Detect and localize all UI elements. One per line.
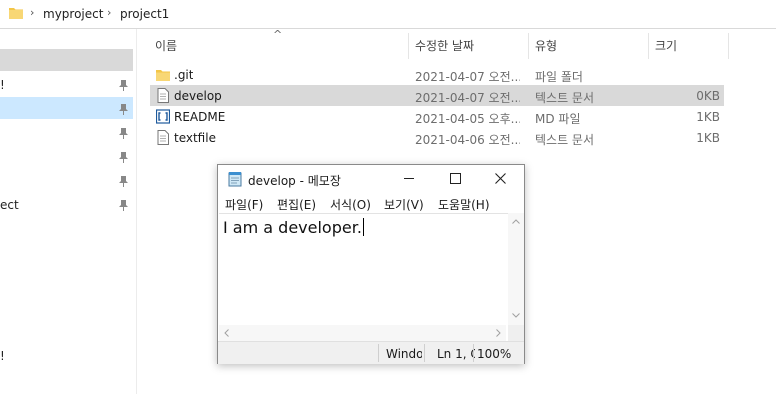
text-file-icon (157, 88, 169, 103)
breadcrumb-item-project1[interactable]: project1 (120, 7, 169, 21)
file-type: 파일 폴더 (535, 70, 583, 84)
pin-icon[interactable] (119, 128, 128, 139)
file-date: 2021-04-07 오전... (415, 91, 520, 105)
file-size: 0KB (696, 89, 720, 103)
column-header-type[interactable]: 유형 (535, 37, 557, 54)
file-size: 1KB (696, 131, 720, 145)
minimize-button[interactable] (386, 165, 432, 193)
file-name: develop (174, 89, 222, 103)
menu-file[interactable]: 파일(F) (225, 196, 263, 213)
column-divider[interactable] (728, 33, 729, 59)
file-row[interactable]: textfile 2021-04-06 오전... 텍스트 문서 1KB (150, 127, 724, 148)
status-divider (378, 344, 379, 362)
column-divider[interactable] (528, 33, 529, 59)
breadcrumb-item-myproject[interactable]: myproject (43, 7, 103, 21)
status-position: Ln 1, C (437, 347, 475, 361)
file-row-selected[interactable]: develop 2021-04-07 오전... 텍스트 문서 0KB (150, 85, 724, 106)
file-name: README (174, 110, 226, 124)
horizontal-scrollbar[interactable] (219, 325, 506, 341)
scroll-down-icon[interactable] (512, 313, 520, 318)
maximize-button[interactable] (432, 165, 478, 193)
menu-format[interactable]: 서식(O) (330, 196, 371, 213)
file-row[interactable]: .git 2021-04-07 오전... 파일 폴더 (150, 64, 724, 85)
sort-ascending-icon: ^ (273, 28, 283, 41)
menu-bar: 파일(F) 편집(E) 서식(O) 보기(V) 도움말(H) (218, 193, 524, 213)
file-date: 2021-04-06 오전... (415, 133, 520, 147)
status-encoding: Windo (386, 347, 422, 361)
title-bar[interactable]: develop - 메모장 (218, 165, 524, 193)
text-editor[interactable]: I am a developer. (219, 213, 522, 342)
status-bar: Windo Ln 1, C 100% (218, 341, 524, 364)
pin-icon[interactable] (119, 176, 128, 187)
text-caret (362, 218, 364, 236)
editor-text: I am a developer. (223, 218, 362, 237)
md-file-icon (156, 109, 170, 124)
folder-icon (156, 70, 170, 81)
pin-icon[interactable] (119, 200, 128, 211)
file-type: MD 파일 (535, 112, 581, 126)
file-type: 텍스트 문서 (535, 91, 595, 105)
menu-view[interactable]: 보기(V) (384, 196, 424, 213)
menu-help[interactable]: 도움말(H) (438, 196, 490, 213)
nav-item-selected[interactable] (0, 97, 133, 119)
navigation-pane: ! ect ! (0, 29, 137, 394)
file-name: .git (174, 68, 194, 82)
notepad-icon (228, 172, 242, 187)
nav-item-label[interactable]: ! (0, 78, 5, 92)
pin-icon[interactable] (119, 80, 128, 91)
chevron-right-icon: › (30, 6, 35, 19)
notepad-window[interactable]: develop - 메모장 파일(F) 편집(E) 서식(O) 보기(V) 도움… (217, 164, 525, 364)
folder-icon (9, 8, 23, 19)
nav-item-label[interactable]: ect (0, 198, 19, 212)
column-divider[interactable] (648, 33, 649, 59)
nav-item-label[interactable]: ! (0, 349, 5, 363)
scrollbar-corner (508, 325, 524, 341)
status-divider (424, 344, 425, 362)
column-header-size[interactable]: 크기 (655, 37, 677, 54)
vertical-scrollbar[interactable] (508, 213, 524, 325)
scroll-up-icon[interactable] (512, 219, 520, 224)
file-date: 2021-04-07 오전... (415, 70, 520, 84)
minimize-icon (404, 178, 414, 179)
column-header-date[interactable]: 수정한 날짜 (415, 37, 474, 54)
status-divider (473, 344, 474, 362)
nav-item-highlight[interactable] (0, 49, 133, 71)
window-title: develop - 메모장 (248, 174, 341, 188)
column-divider[interactable] (408, 33, 409, 59)
pin-icon[interactable] (119, 104, 128, 115)
chevron-right-icon: › (107, 6, 112, 19)
text-file-icon (157, 130, 169, 145)
file-date: 2021-04-05 오후... (415, 112, 520, 126)
close-icon (495, 173, 506, 184)
maximize-icon (450, 173, 461, 184)
file-row[interactable]: README 2021-04-05 오후... MD 파일 1KB (150, 106, 724, 127)
scroll-left-icon[interactable] (224, 329, 229, 337)
pin-icon[interactable] (119, 152, 128, 163)
scroll-right-icon[interactable] (496, 329, 501, 337)
close-button[interactable] (478, 165, 524, 193)
breadcrumb: › myproject › project1 (0, 0, 776, 29)
menu-edit[interactable]: 편집(E) (277, 196, 316, 213)
column-header-name[interactable]: 이름 (155, 37, 177, 54)
file-type: 텍스트 문서 (535, 133, 595, 147)
editor-content[interactable]: I am a developer. (223, 218, 364, 237)
status-zoom: 100% (477, 347, 512, 361)
file-name: textfile (174, 131, 216, 145)
file-size: 1KB (696, 110, 720, 124)
